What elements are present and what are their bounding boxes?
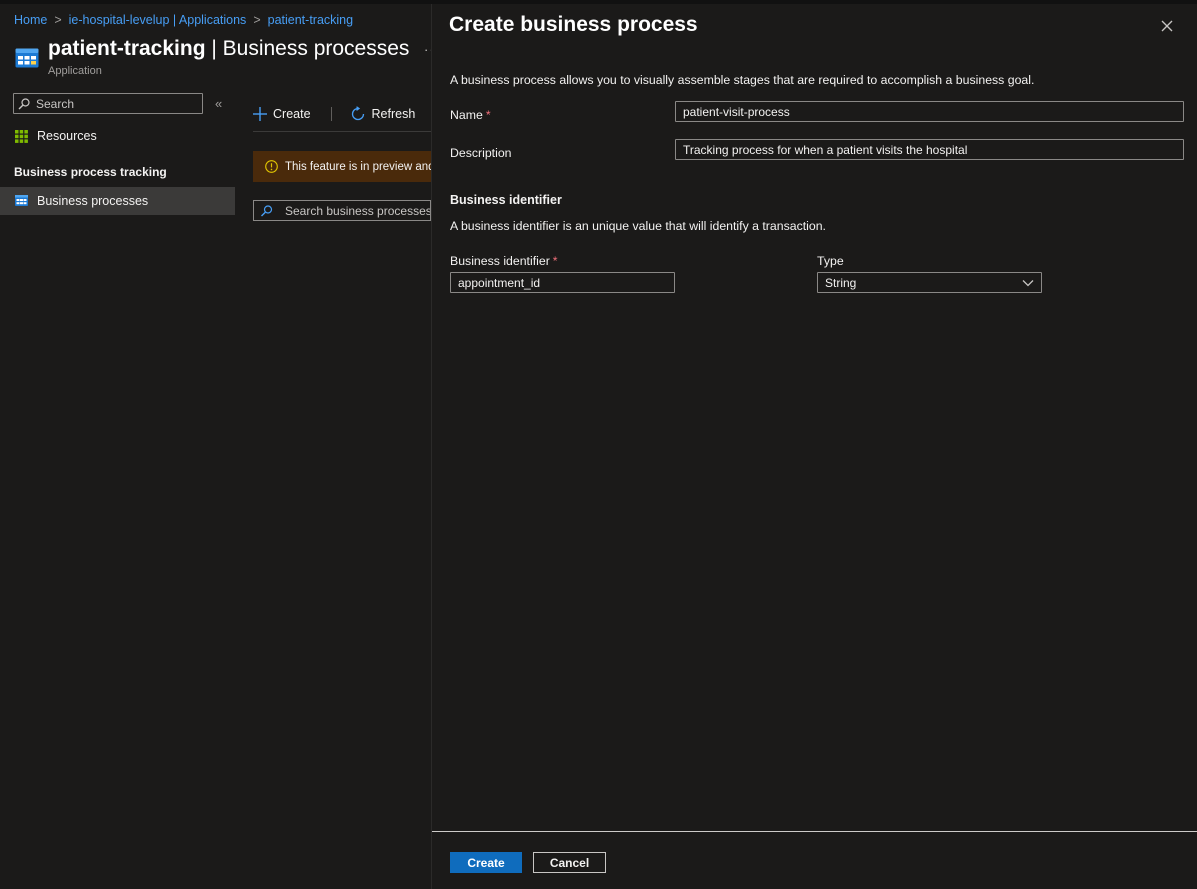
grid-icon (15, 129, 28, 143)
create-business-process-panel: Create business process A business proce… (431, 4, 1197, 889)
business-identifier-field[interactable] (450, 272, 675, 293)
sidebar-search-input[interactable] (36, 95, 196, 112)
breadcrumb-separator: > (54, 13, 62, 27)
command-bar: Create Refresh (253, 102, 415, 126)
required-mark: * (485, 108, 491, 122)
page-subtitle: Application (48, 65, 102, 77)
page-title-resource: patient-tracking (48, 37, 206, 60)
sidebar-item-label: Resources (37, 129, 97, 143)
business-identifier-input[interactable] (451, 273, 674, 292)
preview-warning-banner: This feature is in preview and may chang… (253, 151, 431, 182)
sidebar-item-label: Business processes (37, 194, 149, 208)
business-identifier-label: Business identifier * (450, 254, 558, 268)
chevron-down-icon (1022, 279, 1034, 286)
name-label: Name * (450, 108, 491, 122)
breadcrumb-applications-link[interactable]: ie-hospital-levelup | Applications (69, 13, 247, 27)
close-icon[interactable] (1159, 18, 1175, 34)
create-command-button[interactable]: Create (253, 107, 311, 121)
description-label: Description (450, 146, 512, 160)
warning-icon (265, 160, 278, 173)
type-label: Type (817, 254, 844, 268)
create-command-label: Create (273, 107, 311, 121)
sidebar-section-heading: Business process tracking (14, 165, 167, 179)
application-icon (15, 48, 39, 68)
sidebar-search[interactable] (13, 93, 203, 114)
search-icon (18, 98, 30, 110)
type-selected-value: String (825, 275, 857, 290)
panel-intro-text: A business process allows you to visuall… (450, 73, 1035, 87)
collapse-sidebar-icon[interactable]: « (215, 96, 222, 111)
type-dropdown[interactable]: String (817, 272, 1042, 293)
sidebar-item-resources[interactable]: Resources (0, 122, 235, 150)
name-field[interactable] (675, 101, 1184, 122)
sidebar-item-business-processes[interactable]: Business processes (0, 187, 235, 215)
business-process-search-input[interactable] (285, 202, 430, 219)
description-field[interactable] (675, 139, 1184, 160)
name-label-text: Name (450, 108, 483, 122)
preview-warning-text: This feature is in preview and may chang… (285, 160, 431, 173)
page-title: patient-tracking | Business processes (48, 37, 409, 61)
cancel-button[interactable]: Cancel (533, 852, 606, 873)
refresh-command-label: Refresh (371, 107, 416, 121)
command-bar-divider (253, 131, 431, 132)
application-blade: Home > ie-hospital-levelup | Applications >… (0, 4, 431, 889)
breadcrumb-separator: > (253, 13, 261, 27)
refresh-command-button[interactable]: Refresh (350, 106, 416, 122)
required-mark: * (552, 254, 558, 268)
search-icon (261, 205, 273, 217)
description-input[interactable] (676, 140, 1183, 159)
create-button[interactable]: Create (450, 852, 522, 873)
business-identifier-label-text: Business identifier (450, 254, 550, 268)
breadcrumb-patient-tracking-link[interactable]: patient-tracking (268, 13, 353, 27)
more-options-icon[interactable]: ··· (424, 42, 431, 57)
identifier-section-title: Business identifier (450, 193, 562, 207)
command-separator (330, 107, 332, 121)
footer-divider (432, 831, 1197, 832)
business-process-search[interactable] (253, 200, 431, 221)
breadcrumb-home-link[interactable]: Home (14, 13, 47, 27)
table-icon (15, 194, 28, 208)
name-input[interactable] (676, 102, 1183, 121)
identifier-section-description: A business identifier is an unique value… (450, 219, 826, 233)
panel-title: Create business process (449, 13, 698, 36)
plus-icon (253, 107, 267, 121)
page-title-section: | Business processes (205, 37, 410, 60)
breadcrumb: Home > ie-hospital-levelup | Applications >… (14, 13, 353, 27)
refresh-icon (351, 106, 364, 121)
